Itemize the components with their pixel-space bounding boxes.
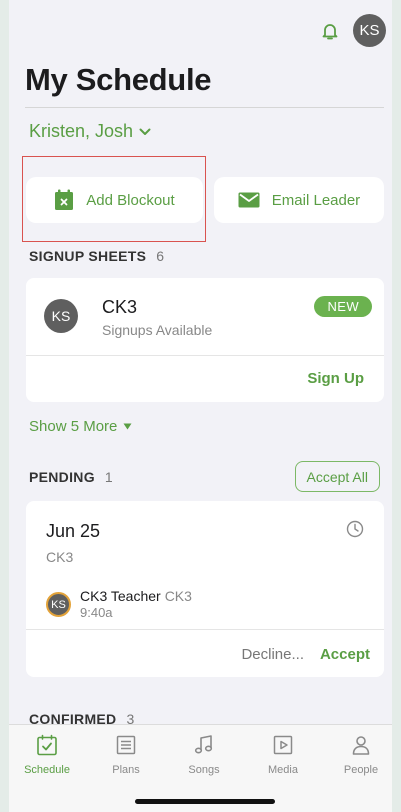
role-line: CK3 Teacher CK3 [80, 588, 192, 604]
pending-count: 1 [104, 469, 113, 485]
tab-schedule-label: Schedule [24, 764, 70, 776]
avatar: KS [44, 299, 78, 333]
avatar: KS [46, 592, 71, 617]
show-more-button[interactable]: Show 5 More [29, 418, 132, 435]
role-name: CK3 Teacher [80, 588, 161, 604]
role-team: CK3 [164, 588, 192, 604]
list-icon [116, 735, 136, 755]
accept-all-button[interactable]: Accept All [294, 461, 380, 492]
envelope-icon [238, 192, 260, 208]
tab-songs[interactable]: Songs [174, 734, 234, 776]
tab-songs-label: Songs [188, 764, 220, 776]
highlight-box [22, 156, 206, 242]
card-divider [26, 629, 384, 630]
show-more-label: Show 5 More [29, 418, 118, 435]
people-selector-label: Kristen, Josh [29, 121, 134, 141]
new-badge: NEW [314, 296, 372, 317]
pending-title: PENDING [29, 469, 95, 485]
chevron-down-icon [139, 128, 151, 135]
tab-plans-label: Plans [112, 764, 140, 776]
home-indicator [135, 799, 275, 804]
caret-down-icon [123, 423, 132, 430]
people-selector[interactable]: Kristen, Josh [29, 121, 151, 142]
music-note-icon [194, 735, 213, 754]
pending-header: PENDING 1 [29, 469, 113, 485]
accept-button[interactable]: Accept [320, 646, 370, 663]
tab-media[interactable]: Media [253, 734, 313, 776]
role-time: 9:40a [80, 605, 113, 620]
card-divider [26, 355, 384, 356]
signup-sheet-card[interactable]: KS CK3 Signups Available NEW Sign Up [26, 278, 384, 402]
tab-media-label: Media [268, 764, 298, 776]
page-title: My Schedule [25, 62, 212, 97]
email-leader-button[interactable]: Email Leader [214, 177, 384, 223]
signup-sheets-header: SIGNUP SHEETS 6 [29, 248, 164, 264]
profile-avatar[interactable]: KS [353, 14, 386, 47]
signup-sheets-count: 6 [156, 248, 165, 264]
tab-schedule[interactable]: Schedule [17, 734, 77, 776]
tab-people[interactable]: People [331, 734, 391, 776]
calendar-check-icon [37, 734, 57, 756]
tab-people-label: People [343, 764, 379, 776]
person-icon [352, 736, 370, 755]
top-bar: KS [319, 14, 386, 47]
signup-sheet-name: CK3 [102, 297, 138, 317]
play-icon [273, 735, 293, 755]
clock-icon [346, 520, 364, 538]
pending-request-card[interactable]: Jun 25 CK3 KS CK3 Teacher CK3 9:40a Decli… [26, 501, 384, 677]
signup-sheet-subtitle: Signups Available [102, 322, 213, 338]
signup-sheets-title: SIGNUP SHEETS [29, 248, 147, 264]
sign-up-button[interactable]: Sign Up [307, 370, 364, 387]
app-screen: KS My Schedule Kristen, Josh Add Blockou… [9, 0, 392, 812]
pending-team: CK3 [46, 549, 74, 565]
pending-date: Jun 25 [46, 521, 101, 541]
decline-button[interactable]: Decline... [241, 646, 304, 663]
title-divider [25, 107, 384, 108]
tab-plans[interactable]: Plans [96, 734, 156, 776]
bell-icon[interactable] [319, 20, 341, 42]
email-leader-label: Email Leader [271, 191, 361, 209]
